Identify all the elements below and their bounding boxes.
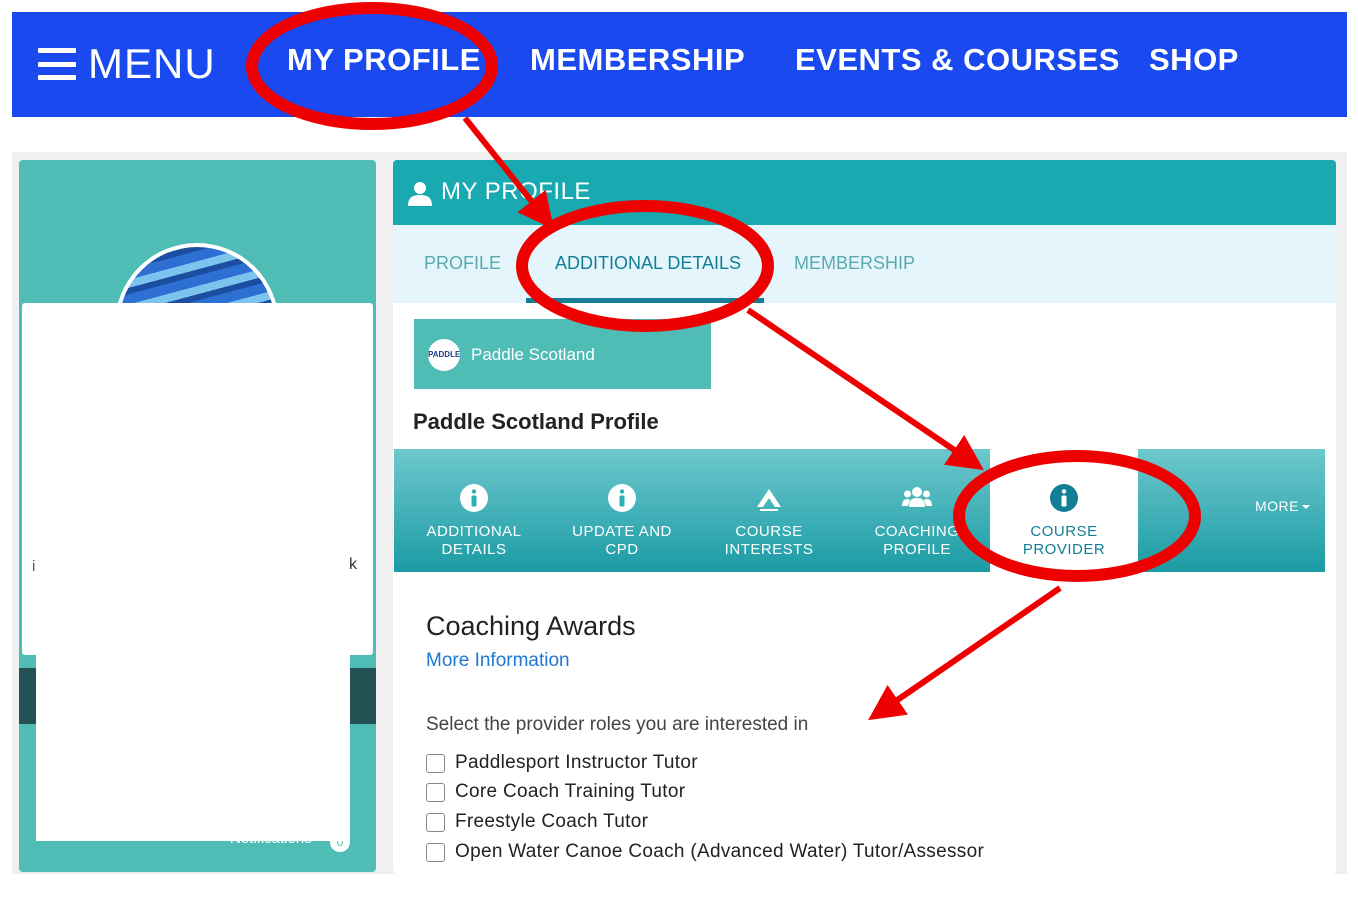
role-checkbox[interactable] bbox=[426, 812, 445, 832]
subnav-label: ADDITIONAL bbox=[426, 523, 522, 540]
subnav-update-and-cpd[interactable]: UPDATE AND CPD bbox=[548, 449, 696, 572]
org-selector-paddle-scotland[interactable]: PADDLE Paddle Scotland bbox=[414, 319, 711, 389]
paddle-logo-icon bbox=[757, 489, 781, 511]
subnav-label: COURSE bbox=[1030, 523, 1098, 540]
subnav-label: DETAILS bbox=[441, 541, 507, 558]
nav-shop[interactable]: SHOP bbox=[1149, 42, 1239, 78]
org-profile-subnav: ADDITIONAL DETAILS UPDATE AND CPD COURSE IN… bbox=[394, 449, 1325, 572]
subnav-label: PROFILE bbox=[883, 541, 951, 558]
sidebar-redacted-panel bbox=[22, 303, 373, 655]
tab-additional-details[interactable]: ADDITIONAL DETAILS bbox=[555, 253, 741, 274]
role-checkbox[interactable] bbox=[426, 753, 445, 773]
info-icon bbox=[608, 484, 636, 512]
role-option[interactable]: Open Water Canoe Coach (Advanced Water) … bbox=[426, 841, 984, 863]
top-navigation-bar: MENU MY PROFILE MEMBERSHIP EVENTS & COUR… bbox=[12, 12, 1347, 117]
info-icon bbox=[1050, 484, 1078, 512]
subnav-label: COACHING bbox=[874, 523, 960, 540]
menu-label: MENU bbox=[88, 40, 216, 87]
nav-events-courses[interactable]: EVENTS & COURSES bbox=[795, 42, 1120, 78]
more-information-link[interactable]: More Information bbox=[426, 650, 570, 672]
users-icon bbox=[902, 487, 932, 507]
menu-button[interactable]: MENU bbox=[38, 38, 216, 90]
subnav-label: INTERESTS bbox=[724, 541, 814, 558]
paddle-scotland-logo: PADDLE bbox=[428, 339, 460, 371]
info-icon bbox=[460, 484, 488, 512]
nav-membership[interactable]: MEMBERSHIP bbox=[530, 42, 745, 78]
sidebar-redacted-panel-lower bbox=[36, 655, 350, 841]
role-checkbox[interactable] bbox=[426, 842, 445, 862]
provider-roles-label: Select the provider roles you are intere… bbox=[426, 714, 809, 735]
role-label: Paddlesport Instructor Tutor bbox=[455, 752, 698, 773]
caret-down-icon bbox=[1302, 505, 1310, 510]
more-label: MORE bbox=[1255, 498, 1299, 514]
org-profile-heading: Paddle Scotland Profile bbox=[413, 409, 659, 434]
role-option[interactable]: Paddlesport Instructor Tutor bbox=[426, 752, 698, 774]
role-label: Open Water Canoe Coach (Advanced Water) … bbox=[455, 841, 985, 862]
subnav-label: UPDATE AND bbox=[572, 523, 672, 540]
subnav-label: PROVIDER bbox=[1022, 541, 1106, 558]
subnav-label: CPD bbox=[605, 541, 639, 558]
subnav-course-provider[interactable]: COURSE PROVIDER bbox=[990, 449, 1138, 572]
user-icon bbox=[408, 182, 432, 206]
my-profile-card: MY PROFILE PROFILE ADDITIONAL DETAILS ME… bbox=[393, 160, 1336, 874]
subnav-additional-details[interactable]: ADDITIONAL DETAILS bbox=[400, 449, 548, 572]
nav-my-profile[interactable]: MY PROFILE bbox=[287, 42, 481, 78]
subnav-coaching-profile[interactable]: COACHING PROFILE bbox=[843, 449, 991, 572]
sidebar-text-fragment: k bbox=[349, 556, 357, 573]
section-title: Coaching Awards bbox=[426, 611, 636, 641]
sidebar-text-fragment: i bbox=[32, 558, 36, 575]
role-option[interactable]: Core Coach Training Tutor bbox=[426, 781, 685, 803]
subnav-label: COURSE bbox=[735, 523, 803, 540]
active-tab-indicator bbox=[526, 298, 764, 303]
tab-profile[interactable]: PROFILE bbox=[424, 253, 501, 274]
role-checkbox[interactable] bbox=[426, 782, 445, 802]
hamburger-icon bbox=[38, 48, 76, 80]
subnav-course-interests[interactable]: COURSE INTERESTS bbox=[695, 449, 843, 572]
org-name: Paddle Scotland bbox=[471, 345, 595, 364]
more-dropdown[interactable]: MORE bbox=[1255, 498, 1310, 514]
role-label: Core Coach Training Tutor bbox=[455, 781, 686, 802]
tab-membership[interactable]: MEMBERSHIP bbox=[794, 253, 915, 274]
role-option[interactable]: Freestyle Coach Tutor bbox=[426, 811, 648, 833]
role-label: Freestyle Coach Tutor bbox=[455, 811, 649, 832]
card-title: MY PROFILE bbox=[441, 178, 591, 205]
card-header: MY PROFILE bbox=[393, 160, 1336, 225]
